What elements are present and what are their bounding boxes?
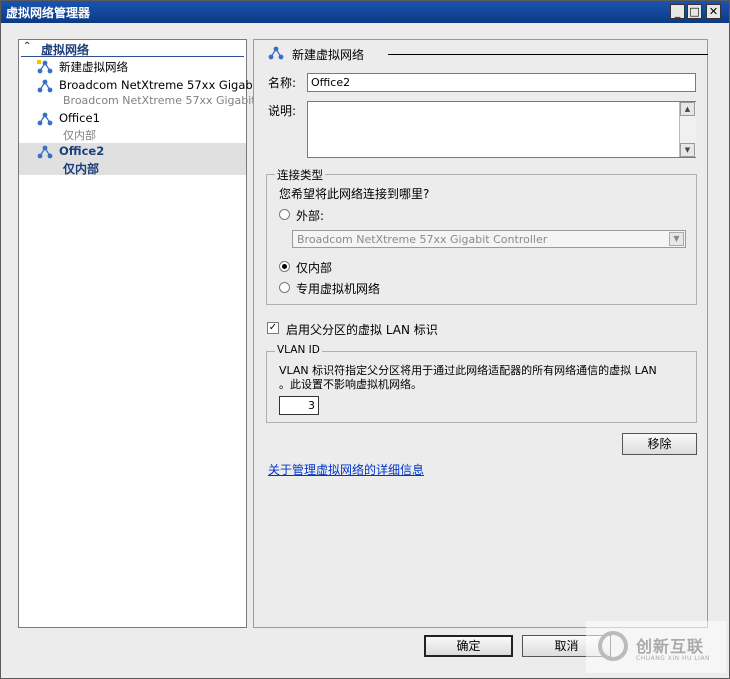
name-input[interactable]: Office2 [307,73,696,92]
close-button[interactable]: ✕ [706,4,721,19]
watermark-text: 创新互联 [636,637,705,656]
internal-only-radio[interactable] [279,261,290,272]
tree-item-office1[interactable]: Office1 仅内部 [19,110,246,142]
vlan-id-title: VLAN ID [275,344,322,356]
scroll-up-icon[interactable]: ▲ [680,102,695,116]
collapse-chevron-icon[interactable]: ⌃ [23,41,31,52]
window-title: 虚拟网络管理器 [6,6,91,20]
tree-item-sublabel: 仅内部 [63,129,96,142]
section-divider [388,54,708,55]
internal-only-label: 仅内部 [296,261,333,275]
vlan-id-group: VLAN ID VLAN 标识符指定父分区将用于通过此网络适配器的所有网络通信的… [266,344,697,423]
section-header: 新建虚拟网络 [268,46,708,62]
tree-item-label: 新建虚拟网络 [59,60,128,74]
external-adapter-value: Broadcom NetXtreme 57xx Gigabit Controll… [297,233,548,246]
private-network-label: 专用虚拟机网络 [296,282,381,296]
watermark-logo: 创新互联 CHUANG XIN HU LIAN [586,621,726,673]
description-textarea[interactable]: ▲ ▼ [307,101,696,158]
minimize-button[interactable]: _ [670,4,685,19]
external-adapter-select[interactable]: Broadcom NetXtreme 57xx Gigabit Controll… [292,230,686,248]
tree-item-office2[interactable]: Office2 仅内部 [19,143,246,176]
vlan-description-line2: 。此设置不影响虚拟机网络。 [279,378,422,391]
external-label: 外部: [296,209,325,223]
connection-type-group: 连接类型 您希望将此网络连接到哪里? 外部: Broadcom NetXtrem… [266,167,697,305]
ok-button[interactable]: 确定 [424,635,513,657]
network-details-pane: 新建虚拟网络 名称: Office2 说明: ▲ ▼ 连接类型 您希望将此网络连… [253,39,708,628]
watermark-icon [598,631,628,661]
network-icon [268,46,284,60]
tree-item-new-network[interactable]: 新建虚拟网络 [19,58,246,76]
maximize-button[interactable]: □ [687,4,702,19]
watermark-subtext: CHUANG XIN HU LIAN [636,655,711,662]
description-scrollbar[interactable]: ▲ ▼ [679,102,696,157]
scroll-down-icon[interactable]: ▼ [680,143,695,157]
tree-item-label: Broadcom NetXtreme 57xx Gigabit ... [59,78,276,92]
network-icon [37,145,53,159]
enable-vlan-label: 启用父分区的虚拟 LAN 标识 [286,323,438,337]
manage-networks-info-link[interactable]: 关于管理虚拟网络的详细信息 [268,461,424,478]
tree-item-sublabel: Broadcom NetXtreme 57xx Gigabit ... [63,94,270,107]
tree-item-sublabel: 仅内部 [63,162,100,176]
enable-vlan-checkbox[interactable]: ✓ [267,322,279,334]
external-radio[interactable] [279,209,290,220]
tree-item-label: Office2 [59,144,105,158]
tree-item-label: Office1 [59,111,100,125]
section-title: 新建虚拟网络 [292,48,365,62]
new-network-icon [37,60,53,74]
connection-type-title: 连接类型 [275,167,325,183]
description-label: 说明: [268,104,297,118]
tree-header-label: 虚拟网络 [41,43,90,57]
network-tree: ⌃ 虚拟网络 新建虚拟网络 Broadcom NetXtreme 57xx Gi… [18,39,275,628]
tree-header[interactable]: ⌃ 虚拟网络 [21,41,244,57]
chevron-down-icon[interactable]: ▼ [669,232,684,246]
vlan-id-input[interactable]: 3 [279,396,319,415]
tree-item-broadcom[interactable]: Broadcom NetXtreme 57xx Gigabit ... Broa… [19,77,275,109]
private-network-radio[interactable] [279,282,290,293]
virtual-network-manager-window: 虚拟网络管理器 _ □ ✕ ⌃ 虚拟网络 新建虚拟网络 Broadcom Net… [0,0,730,679]
title-bar[interactable]: 虚拟网络管理器 _ □ ✕ [1,1,729,23]
name-label: 名称: [268,76,297,90]
network-icon [37,79,53,93]
remove-button[interactable]: 移除 [622,433,697,455]
connection-question: 您希望将此网络连接到哪里? [279,187,430,201]
network-icon [37,112,53,126]
